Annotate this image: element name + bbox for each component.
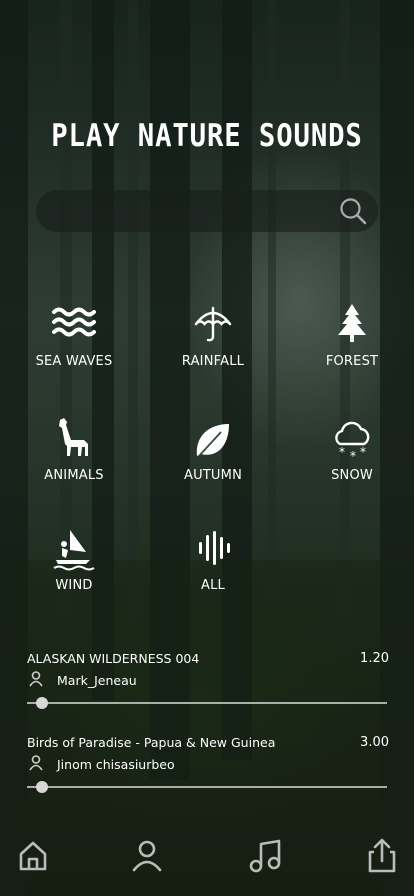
bottom-nav [0,836,414,880]
progress-track[interactable] [27,702,387,704]
category-label: ALL [201,578,225,593]
track-title: ALASKAN WILDERNESS 004 [27,651,200,666]
category-autumn[interactable]: AUTUMN [153,416,273,483]
home-icon[interactable] [13,836,53,876]
music-note-icon[interactable] [245,836,285,876]
windsurf-icon [53,530,95,571]
share-icon[interactable] [362,836,402,876]
snow-cloud-icon: * * * [335,421,370,463]
user-icon[interactable] [127,836,167,876]
waves-icon [52,307,96,337]
category-animals[interactable]: ANIMALS [14,416,134,483]
user-icon [29,671,43,687]
category-label: WIND [55,578,93,593]
track-duration: 1.20 [360,651,389,666]
category-wind[interactable]: WIND [14,526,134,593]
category-label: SEA WAVES [35,354,113,369]
progress-track[interactable] [27,786,387,788]
track-title: Birds of Paradise - Papua & New Guinea [27,735,276,750]
soundwave-icon [199,531,230,565]
track-item[interactable]: Birds of Paradise - Papua & New Guinea 3… [27,735,389,795]
search-input[interactable] [54,190,334,232]
progress-knob[interactable] [35,697,48,709]
svg-text:*: * [339,445,345,459]
track-item[interactable]: ALASKAN WILDERNESS 004 1.20 Mark_Jeneau [27,651,389,711]
leaf-icon [196,424,229,457]
category-label: AUTUMN [183,468,242,483]
progress-knob[interactable] [35,781,48,793]
page-title: Play Nature Sounds [51,118,363,154]
category-forest[interactable]: FOREST [292,302,412,369]
search-bar[interactable] [36,190,378,232]
track-author: Jinom chisasiurbeo [57,757,175,772]
tree-icon [338,304,366,342]
category-label: FOREST [325,354,379,369]
category-all[interactable]: ALL [153,526,273,593]
search-icon[interactable] [338,196,368,226]
track-duration: 3.00 [360,735,389,750]
track-author: Mark_Jeneau [57,673,137,688]
category-label: ANIMALS [44,468,104,483]
category-label: RAINFALL [181,354,245,369]
category-snow[interactable]: * * * SNOW [292,416,412,483]
svg-text:*: * [360,445,366,459]
category-label: SNOW [331,468,373,483]
user-icon [29,755,43,771]
svg-text:*: * [350,449,356,463]
category-rainfall[interactable]: RAINFALL [153,302,273,369]
giraffe-icon [59,418,88,456]
umbrella-icon [194,306,232,342]
category-sea-waves[interactable]: SEA WAVES [14,302,134,369]
